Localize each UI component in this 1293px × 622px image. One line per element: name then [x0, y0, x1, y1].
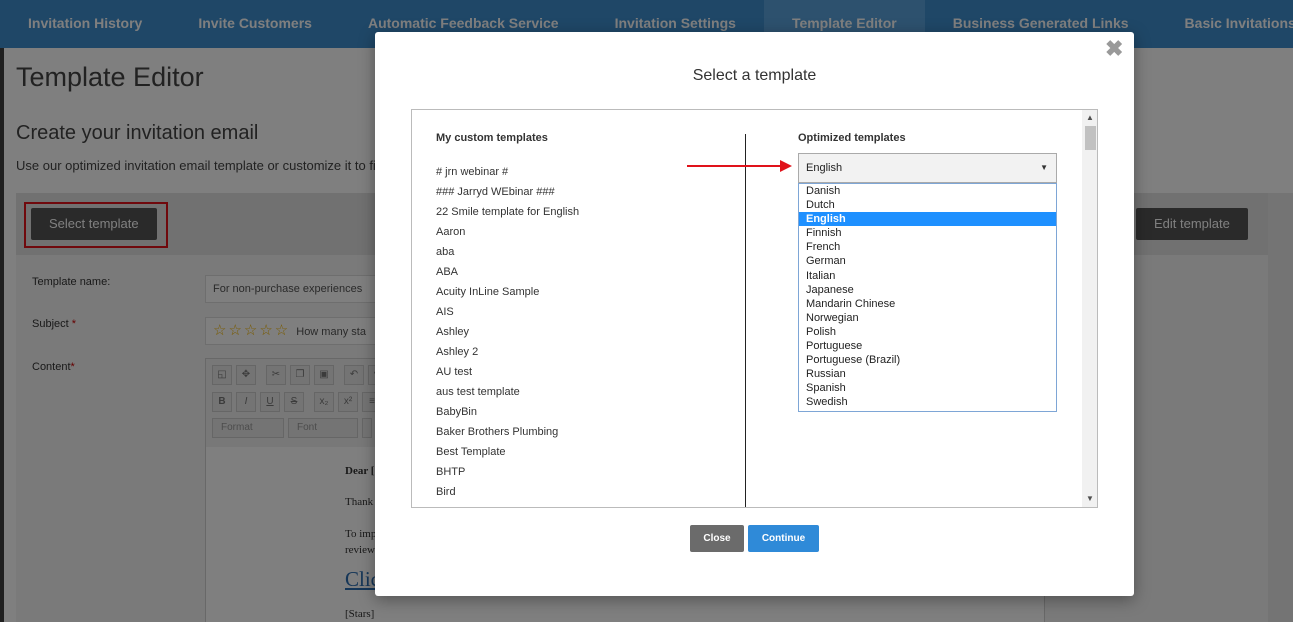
custom-template-item[interactable]: Aaron	[436, 224, 579, 244]
panel-scrollbar[interactable]: ▲ ▼	[1082, 110, 1097, 507]
custom-template-item[interactable]: ABA	[436, 264, 579, 284]
custom-template-item[interactable]: AIS	[436, 304, 579, 324]
language-option[interactable]: Danish	[799, 184, 1056, 198]
custom-template-item[interactable]: aba	[436, 244, 579, 264]
scroll-up-icon[interactable]: ▲	[1082, 110, 1097, 126]
language-option[interactable]: Spanish	[799, 381, 1056, 395]
custom-template-item[interactable]: Bird	[436, 484, 579, 504]
language-option[interactable]: French	[799, 240, 1056, 254]
custom-template-item[interactable]: BHTP	[436, 464, 579, 484]
language-option[interactable]: Finnish	[799, 226, 1056, 240]
language-option[interactable]: Norwegian	[799, 311, 1056, 325]
scroll-down-icon[interactable]: ▼	[1082, 491, 1097, 507]
arrow-head-icon	[780, 160, 792, 172]
modal-title: Select a template	[692, 67, 817, 84]
chevron-down-icon: ▼	[1040, 163, 1048, 172]
column-divider	[745, 134, 746, 507]
custom-templates-list: # jrn webinar # ### Jarryd WEbinar ### 2…	[436, 164, 579, 504]
custom-template-item[interactable]: Baker Brothers Plumbing	[436, 424, 579, 444]
language-option[interactable]: Italian	[799, 269, 1056, 283]
custom-template-item[interactable]: Best Template	[436, 444, 579, 464]
language-option[interactable]: Swedish	[799, 395, 1056, 409]
close-icon[interactable]: ✖	[1105, 38, 1123, 60]
custom-template-item[interactable]: ### Jarryd WEbinar ###	[436, 184, 579, 204]
language-option[interactable]: Japanese	[799, 283, 1056, 297]
custom-template-item[interactable]: Acuity InLine Sample	[436, 284, 579, 304]
language-selected-value: English	[806, 162, 843, 174]
close-button[interactable]: Close	[690, 525, 744, 552]
language-select[interactable]: English ▼	[798, 153, 1057, 183]
language-option[interactable]: Dutch	[799, 198, 1056, 212]
custom-template-item[interactable]: Ashley	[436, 324, 579, 344]
custom-template-item[interactable]: # jrn webinar #	[436, 164, 579, 184]
custom-template-item[interactable]: Ashley 2	[436, 344, 579, 364]
language-option[interactable]: German	[799, 254, 1056, 268]
custom-template-item[interactable]: aus test template	[436, 384, 579, 404]
language-dropdown-list: Danish Dutch English Finnish French Germ…	[798, 183, 1057, 412]
optimized-templates-heading: Optimized templates	[798, 132, 906, 144]
custom-template-item[interactable]: 22 Smile template for English	[436, 204, 579, 224]
language-option-selected[interactable]: English	[799, 212, 1056, 227]
custom-template-item[interactable]: AU test	[436, 364, 579, 384]
language-option[interactable]: Mandarin Chinese	[799, 297, 1056, 311]
language-option[interactable]: Russian	[799, 367, 1056, 381]
annotation-arrow	[687, 165, 787, 167]
language-option[interactable]: Portuguese (Brazil)	[799, 353, 1056, 367]
continue-button[interactable]: Continue	[748, 525, 819, 552]
language-option[interactable]: Portuguese	[799, 339, 1056, 353]
scroll-thumb[interactable]	[1085, 126, 1096, 150]
custom-template-item[interactable]: BabyBin	[436, 404, 579, 424]
custom-templates-heading: My custom templates	[436, 132, 548, 144]
language-option[interactable]: Polish	[799, 325, 1056, 339]
